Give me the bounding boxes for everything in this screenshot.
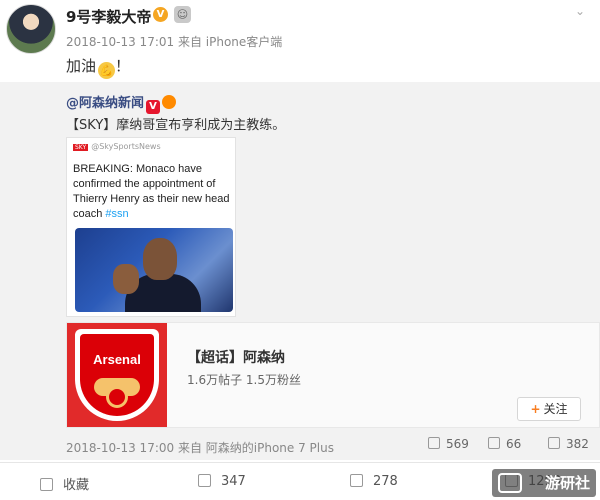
tweet-body-text: BREAKING: Monaco have confirmed the appo…: [73, 163, 230, 220]
member-badge-icon: ☺: [174, 6, 191, 23]
verified-badge-icon: V: [153, 7, 168, 22]
comment-button[interactable]: 278: [350, 474, 398, 489]
plus-icon: +: [530, 402, 541, 416]
share-icon: [428, 437, 440, 449]
watermark-logo-icon: [498, 473, 522, 493]
tweet-screenshot-image[interactable]: SKY @SkySportsNews BREAKING: Monaco have …: [66, 137, 236, 317]
tweet-handle: @SkySportsNews: [91, 142, 161, 151]
comment-icon: [350, 474, 363, 487]
repost-comment-count: 66: [506, 437, 522, 451]
super-topic-card[interactable]: Arsenal 【超话】阿森纳 1.6万帖子 1.5万粉丝 + 关注: [66, 322, 600, 428]
henry-photo: [75, 228, 233, 312]
follow-button[interactable]: + 关注: [517, 397, 581, 421]
repost-share-count: 569: [446, 437, 469, 451]
photo-figure-hands: [113, 264, 139, 294]
tweet-hashtag: #ssn: [105, 208, 129, 220]
favorite-label: 收藏: [63, 478, 90, 493]
crest-text: Arsenal: [93, 352, 141, 367]
repost-button[interactable]: 347: [198, 474, 246, 489]
repost-share-button[interactable]: 569: [428, 437, 469, 451]
crest-shield: Arsenal: [75, 329, 159, 421]
follow-label: 关注: [543, 402, 568, 416]
sky-sports-logo: SKY: [73, 144, 89, 151]
repost-like-count: 382: [566, 437, 589, 451]
chevron-down-icon[interactable]: ⌄: [575, 4, 585, 18]
share-icon: [198, 474, 211, 487]
topic-title[interactable]: 【超话】阿森纳: [187, 347, 285, 367]
watermark-text: 游研社: [544, 474, 590, 492]
repost-meta: 2018-10-13 17:00 来自 阿森纳的iPhone 7 Plus: [66, 441, 334, 455]
repost-author-link[interactable]: @阿森纳新闻: [66, 96, 144, 111]
post-text: 加油 💪！: [66, 55, 130, 79]
fan-badge-icon: [162, 95, 177, 109]
repost-like-button[interactable]: 382: [548, 437, 589, 451]
avatar[interactable]: [6, 4, 56, 54]
thumbs-up-icon: [548, 437, 560, 449]
photo-figure-head: [143, 238, 177, 280]
topic-stats: 1.6万帖子 1.5万粉丝: [187, 373, 301, 387]
strong-arm-emoji-icon: 💪: [98, 62, 116, 79]
verified-badge-icon: V: [146, 100, 161, 114]
user-name[interactable]: 9号李毅大帝: [66, 6, 151, 27]
repost-text: 【SKY】摩纳哥宣布亨利成为主教练。: [66, 118, 286, 133]
repost-block[interactable]: @阿森纳新闻 V 【SKY】摩纳哥宣布亨利成为主教练。 SKY @SkySports…: [0, 82, 600, 460]
star-icon: [40, 478, 53, 491]
watermark: 游研社: [492, 469, 596, 497]
favorite-button[interactable]: 收藏: [40, 474, 89, 493]
post-meta: 2018-10-13 17:01 来自 iPhone客户端: [66, 35, 283, 49]
repost-count: 347: [221, 474, 246, 489]
comment-icon: [488, 437, 500, 449]
repost-comment-button[interactable]: 66: [488, 437, 521, 451]
repost-header: @阿森纳新闻 V: [66, 92, 177, 114]
tweet-header: SKY @SkySportsNews: [73, 142, 161, 151]
cannon-wheel-icon: [106, 386, 128, 408]
action-bar: 收藏 347 278 1293 游研社: [0, 462, 600, 500]
post-text-bang: ！: [115, 57, 131, 75]
post-text-content: 加油: [66, 57, 97, 75]
tweet-body: BREAKING: Monaco have confirmed the appo…: [73, 162, 233, 222]
arsenal-crest-image: Arsenal: [67, 323, 167, 427]
comment-count: 278: [373, 474, 398, 489]
crest-inner: Arsenal: [80, 334, 154, 416]
